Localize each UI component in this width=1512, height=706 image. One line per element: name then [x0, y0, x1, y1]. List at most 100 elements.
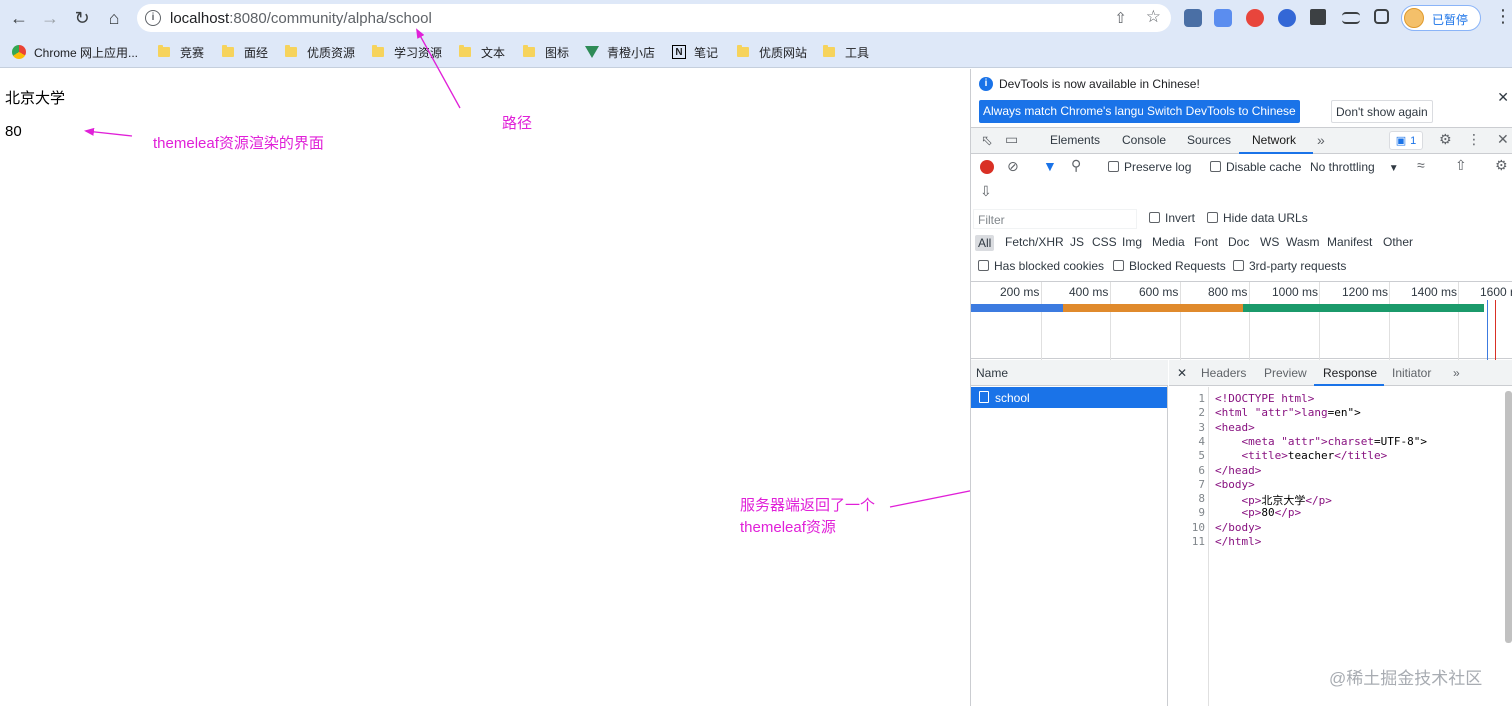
tab-preview[interactable]: Preview: [1264, 366, 1307, 380]
type-filter-fetch-xhr[interactable]: Fetch/XHR: [1005, 235, 1064, 249]
bookmark-folder-icons[interactable]: 图标: [523, 43, 569, 61]
bookmark-label: 青橙小店: [607, 45, 656, 60]
customize-menu-icon[interactable]: ⋮: [1467, 131, 1481, 148]
invert-label: Invert: [1165, 211, 1196, 225]
site-info-icon[interactable]: i: [145, 10, 161, 26]
close-infobar-icon[interactable]: ✕: [1497, 89, 1509, 106]
more-tabs-icon[interactable]: »: [1317, 132, 1325, 148]
code-line: </body>: [1215, 520, 1262, 534]
third-party-requests-checkbox[interactable]: 3rd-party requests: [1233, 259, 1346, 273]
tab-console[interactable]: Console: [1122, 133, 1166, 147]
preserve-log-checkbox[interactable]: Preserve log: [1108, 160, 1191, 174]
url-text[interactable]: localhost:8080/community/alpha/school: [170, 10, 432, 27]
request-row-school[interactable]: school: [971, 387, 1167, 408]
close-devtools-icon[interactable]: ✕: [1497, 131, 1509, 148]
switch-to-chinese-button[interactable]: Switch DevTools to Chinese: [1143, 100, 1300, 123]
bookmark-folder-quality-resources[interactable]: 优质资源: [285, 43, 355, 61]
bookmark-chrome-webstore[interactable]: Chrome 网上应用...: [12, 43, 138, 61]
filter-input[interactable]: Filter: [973, 209, 1137, 229]
tab-sources[interactable]: Sources: [1187, 133, 1231, 147]
code-line: <head>: [1215, 420, 1255, 434]
bookmark-star-icon[interactable]: ☆: [1146, 7, 1161, 27]
profile-button[interactable]: 已暂停: [1401, 5, 1481, 31]
bookmark-shop[interactable]: 青橙小店: [585, 43, 655, 61]
tab-elements[interactable]: Elements: [1050, 133, 1100, 147]
response-source-viewer[interactable]: 1 2 3 4 5 6 7 8 9 10 11 <!DOCTYPE html> <html "attr…: [1169, 387, 1512, 706]
extension-download-icon[interactable]: [1184, 9, 1202, 27]
type-filter-font[interactable]: Font: [1194, 235, 1218, 249]
type-filter-all[interactable]: All: [975, 235, 995, 251]
type-filter-other[interactable]: Other: [1383, 235, 1413, 249]
network-conditions-icon[interactable]: ≈: [1417, 157, 1425, 173]
search-icon[interactable]: ⚲: [1071, 157, 1081, 174]
issues-count: 1: [1410, 134, 1417, 147]
extension-translate-icon[interactable]: [1214, 9, 1232, 27]
extensions-puzzle-icon[interactable]: [1310, 9, 1326, 25]
blocked-requests-checkbox[interactable]: Blocked Requests: [1113, 259, 1226, 273]
type-filter-manifest[interactable]: Manifest: [1327, 235, 1372, 249]
home-icon[interactable]: ⌂: [102, 6, 126, 30]
tab-network[interactable]: Network: [1252, 133, 1296, 147]
bookmark-label: 竞赛: [180, 45, 205, 60]
type-filter-media[interactable]: Media: [1152, 235, 1185, 249]
type-filter-css[interactable]: CSS: [1092, 235, 1117, 249]
inspect-element-icon[interactable]: ⬁: [981, 132, 993, 149]
always-match-language-button[interactable]: Always match Chrome's language: [979, 100, 1169, 123]
type-filter-doc[interactable]: Doc: [1228, 235, 1249, 249]
back-icon[interactable]: ←: [7, 6, 31, 30]
bookmark-folder-text[interactable]: 文本: [459, 43, 505, 61]
filter-icon[interactable]: ▼: [1043, 158, 1057, 174]
type-filter-wasm[interactable]: Wasm: [1286, 235, 1320, 249]
bookmark-folder-interview[interactable]: 面经: [222, 43, 268, 61]
address-bar[interactable]: i localhost:8080/community/alpha/school …: [137, 4, 1171, 32]
bookmark-notes[interactable]: N 笔记: [672, 43, 718, 61]
reading-list-icon[interactable]: [1342, 12, 1360, 24]
bookmark-folder-competition[interactable]: 竞赛: [158, 43, 204, 61]
extension-infinity-icon[interactable]: [1246, 9, 1264, 27]
side-panel-icon[interactable]: [1374, 9, 1389, 24]
infobar-message: DevTools is now available in Chinese!: [999, 77, 1200, 91]
extension-circle-icon[interactable]: [1278, 9, 1296, 27]
hide-data-urls-checkbox[interactable]: Hide data URLs: [1207, 211, 1308, 225]
tab-headers[interactable]: Headers: [1201, 366, 1246, 380]
bookmark-folder-learning[interactable]: 学习资源: [372, 43, 442, 61]
bookmark-label: 优质网站: [759, 45, 808, 60]
bookmark-folder-tools[interactable]: 工具: [823, 43, 869, 61]
clear-icon[interactable]: ⊘: [1007, 158, 1019, 175]
tab-response[interactable]: Response: [1323, 366, 1377, 380]
more-detail-tabs-icon[interactable]: »: [1453, 366, 1460, 380]
settings-gear-icon[interactable]: ⚙: [1439, 131, 1452, 148]
line-number: 5: [1198, 449, 1205, 463]
chrome-menu-icon[interactable]: ⋮: [1494, 6, 1512, 27]
tick-line: [1110, 282, 1111, 360]
reload-icon[interactable]: ↻: [70, 6, 94, 30]
tab-initiator[interactable]: Initiator: [1392, 366, 1431, 380]
checkbox-box: [1207, 212, 1218, 223]
issues-badge[interactable]: ▣ 1: [1389, 131, 1423, 150]
import-har-icon[interactable]: ⇧: [1455, 157, 1467, 174]
load-marker: [1495, 300, 1496, 360]
network-overview-timeline[interactable]: 200 ms 400 ms 600 ms 800 ms 1000 ms 1200…: [971, 281, 1512, 360]
chrome-webstore-icon: [12, 45, 26, 59]
bookmark-label: 工具: [845, 45, 870, 60]
share-icon[interactable]: ⇧: [1114, 9, 1127, 27]
type-filter-js[interactable]: JS: [1070, 235, 1084, 249]
record-icon[interactable]: [980, 160, 994, 174]
response-scrollbar[interactable]: [1505, 391, 1512, 643]
forward-icon[interactable]: →: [38, 6, 62, 30]
network-settings-gear-icon[interactable]: ⚙: [1495, 157, 1508, 174]
devtools-panel: i DevTools is now available in Chinese! …: [970, 69, 1512, 706]
third-party-requests-label: 3rd-party requests: [1249, 259, 1347, 273]
dont-show-again-button[interactable]: Don't show again: [1331, 100, 1433, 123]
close-detail-icon[interactable]: ✕: [1177, 366, 1187, 380]
throttling-select[interactable]: No throttling ▼: [1310, 160, 1399, 174]
disable-cache-checkbox[interactable]: Disable cache: [1210, 160, 1301, 174]
type-filter-img[interactable]: Img: [1122, 235, 1142, 249]
export-har-icon[interactable]: ⇩: [980, 183, 992, 200]
device-toolbar-icon[interactable]: ▭: [1005, 131, 1018, 148]
invert-checkbox[interactable]: Invert: [1149, 211, 1195, 225]
type-filter-ws[interactable]: WS: [1260, 235, 1279, 249]
bookmark-folder-sites[interactable]: 优质网站: [737, 43, 807, 61]
has-blocked-cookies-checkbox[interactable]: Has blocked cookies: [978, 259, 1104, 273]
name-column-header[interactable]: Name: [971, 360, 1168, 386]
